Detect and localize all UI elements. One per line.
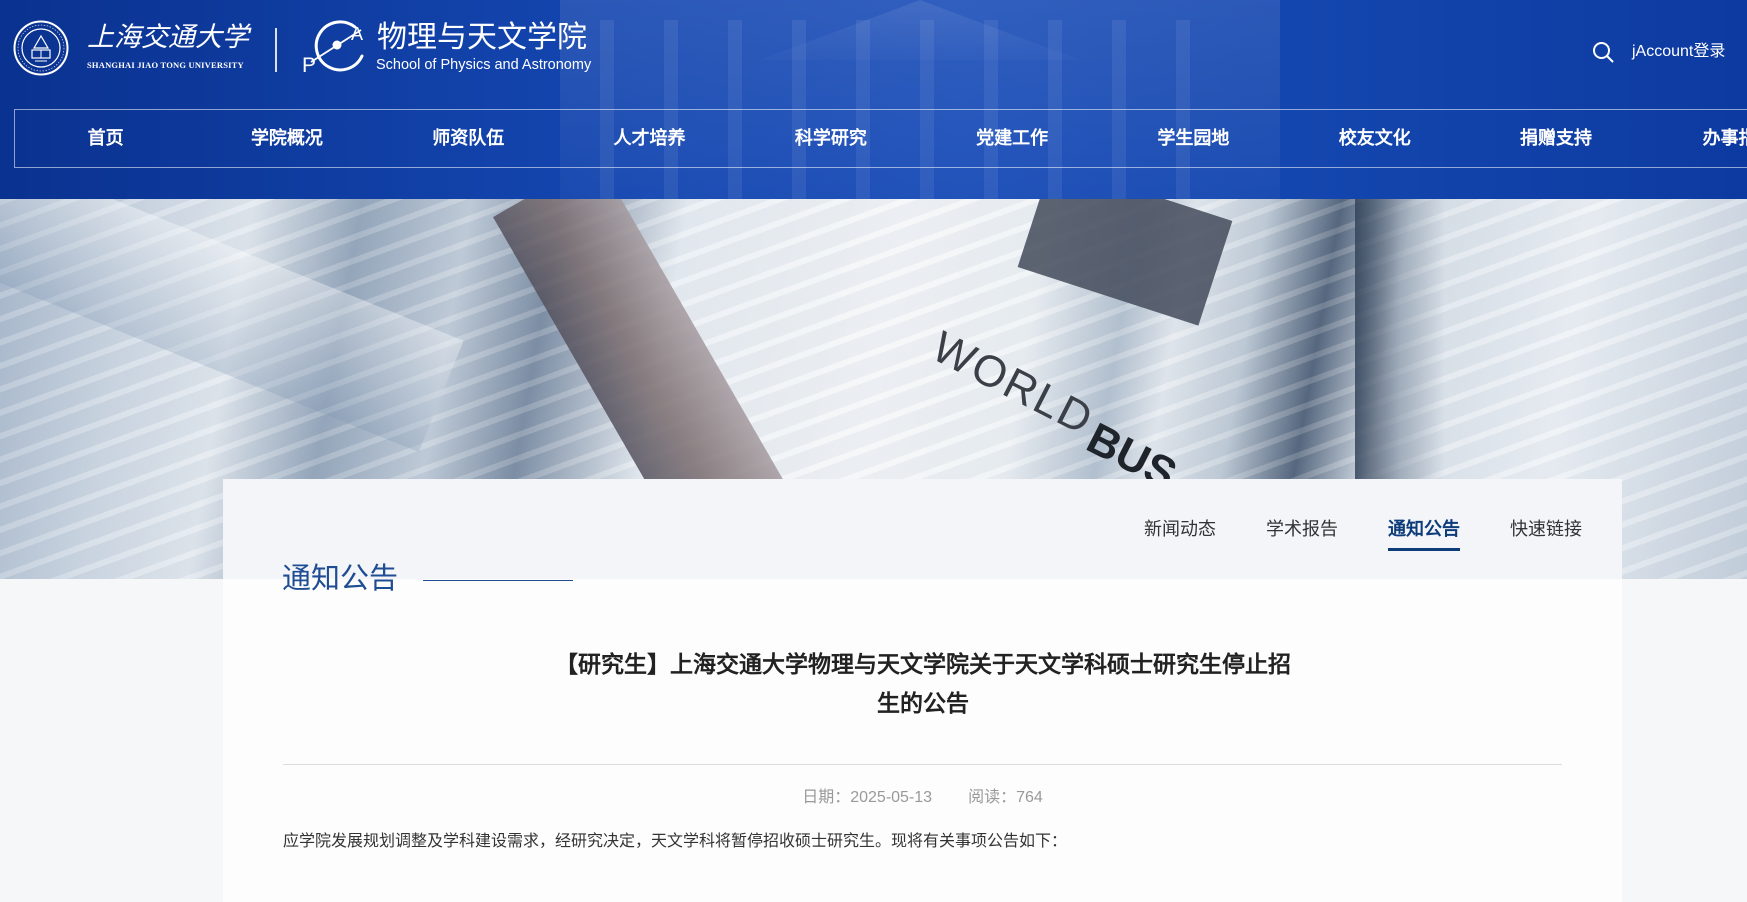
pa-logo-letter-a: A [351, 24, 363, 44]
nav-item-donation[interactable]: 捐赠支持 [1465, 110, 1646, 167]
article-date-value: 2025-05-13 [850, 789, 933, 806]
article-body: 应学院发展规划调整及学科建设需求，经研究决定，天文学科将暂停招收硕士研究生。现将… [283, 831, 1562, 853]
banner-paper-label [1017, 199, 1233, 326]
nav-item-education[interactable]: 人才培养 [559, 110, 740, 167]
school-name-cn[interactable]: 物理与天文学院 [377, 20, 587, 56]
article-title: 【研究生】上海交通大学物理与天文学院关于天文学科硕士研究生停止招生的公告 [555, 651, 1291, 716]
site-header: 上海交通大学 SHANGHAI JIAO TONG UNIVERSITY P A… [0, 0, 1747, 199]
tab-quick-links[interactable]: 快速链接 [1510, 518, 1582, 540]
university-name-cn[interactable]: 上海交通大学 [87, 20, 249, 56]
tab-seminars[interactable]: 学术报告 [1266, 518, 1338, 540]
tab-news[interactable]: 新闻动态 [1144, 518, 1216, 540]
nav-item-faculty[interactable]: 师资队伍 [378, 110, 559, 167]
article-meta: 日期：2025-05-13 阅读：764 [223, 787, 1622, 809]
article-views-value: 764 [1016, 789, 1043, 806]
nav-item-research[interactable]: 科学研究 [740, 110, 921, 167]
nav-item-alumni[interactable]: 校友文化 [1284, 110, 1465, 167]
tab-notices[interactable]: 通知公告 [1388, 518, 1460, 540]
section-title-line [423, 580, 573, 581]
school-pa-logo[interactable]: P A [301, 20, 367, 74]
main-nav: 首页 学院概况 师资队伍 人才培养 科学研究 党建工作 学生园地 校友文化 捐赠… [14, 109, 1747, 168]
article-paragraph: 应学院发展规划调整及学科建设需求，经研究决定，天文学科将暂停招收硕士研究生。现将… [283, 833, 1068, 850]
nav-item-home[interactable]: 首页 [15, 110, 196, 167]
article-views-label: 阅读： [968, 789, 1017, 806]
content-card: 新闻动态 学术报告 通知公告 快速链接 通知公告 【研究生】上海交通大学物理与天… [223, 479, 1622, 902]
banner-paper-shadow [1355, 199, 1445, 519]
article-date-label: 日期： [802, 789, 851, 806]
university-name-en: SHANGHAI JIAO TONG UNIVERSITY [87, 60, 244, 70]
nav-item-services[interactable]: 办事指 [1647, 110, 1747, 167]
section-title: 通知公告 [282, 563, 399, 595]
pa-logo-letter-p: P [302, 54, 316, 74]
active-tab-underline [1388, 548, 1460, 551]
search-icon[interactable] [1592, 41, 1614, 63]
jaccount-login-link[interactable]: jAccount登录 [1632, 41, 1725, 63]
school-name-en: School of Physics and Astronomy [376, 57, 592, 73]
sjtu-seal-logo[interactable] [13, 20, 69, 76]
banner-paper-highlight [0, 199, 464, 453]
article-date: 日期：2025-05-13 [802, 789, 932, 806]
article-divider [283, 764, 1562, 765]
banner-photo-text-world: WORLD [924, 322, 1102, 445]
nav-item-about[interactable]: 学院概况 [196, 110, 377, 167]
nav-item-party[interactable]: 党建工作 [921, 110, 1102, 167]
nav-item-students[interactable]: 学生园地 [1103, 110, 1284, 167]
header-logo-divider [275, 28, 277, 72]
article-views: 阅读：764 [968, 789, 1043, 806]
